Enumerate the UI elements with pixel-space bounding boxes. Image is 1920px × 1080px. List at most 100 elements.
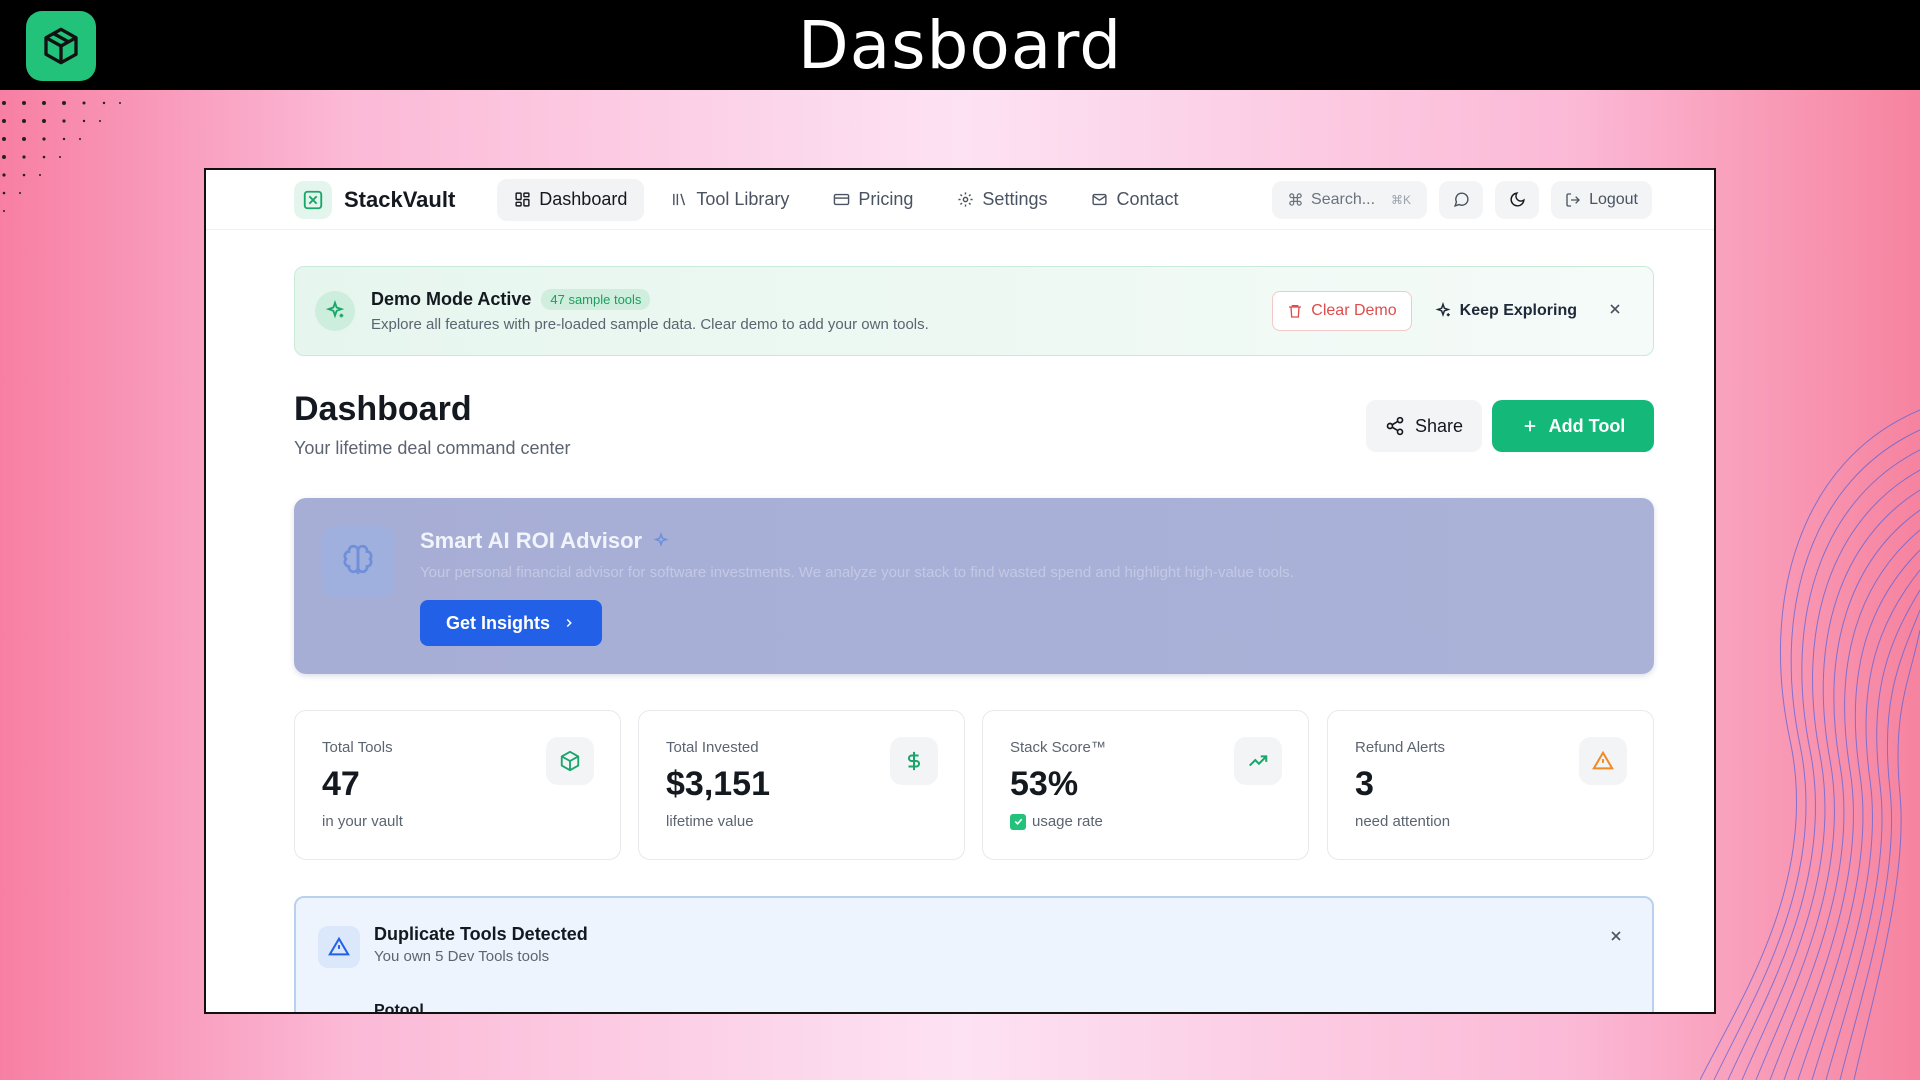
trash-icon: [1289, 305, 1302, 318]
app-window: StackVault Dashboard Tool Library Pricin…: [204, 168, 1716, 1014]
stat-sub: in your vault: [322, 813, 403, 830]
stat-sub-text: in your vault: [322, 813, 403, 830]
theme-toggle-button[interactable]: [1495, 180, 1540, 219]
stat-value: $3,151: [666, 765, 770, 803]
brain-icon: [343, 544, 373, 574]
stat-label: Refund Alerts: [1355, 739, 1446, 756]
duplicate-item[interactable]: Potool: [374, 1002, 424, 1012]
nav-item-dashboard[interactable]: Dashboard: [497, 178, 645, 221]
chat-button[interactable]: [1439, 180, 1484, 219]
chevron-right-icon: [566, 618, 572, 628]
demo-close-button[interactable]: [1607, 301, 1623, 322]
nav-item-label: Dashboard: [539, 189, 628, 209]
logout-button[interactable]: Logout: [1551, 180, 1652, 219]
stat-sub: usage rate: [1010, 813, 1103, 830]
logout-icon: [1566, 192, 1581, 207]
duplicate-subtitle: You own 5 Dev Tools tools: [374, 948, 550, 965]
search-button[interactable]: Search... ⌘K: [1272, 180, 1428, 219]
stat-label: Total Invested: [666, 739, 759, 756]
vault-icon: [303, 190, 323, 209]
stat-sub-text: usage rate: [1032, 813, 1103, 830]
dollar-icon: [908, 751, 920, 771]
nav-item-contact[interactable]: Contact: [1074, 179, 1195, 221]
stat-value: 47: [322, 765, 360, 803]
stat-sub-text: need attention: [1355, 813, 1451, 830]
brand[interactable]: StackVault: [294, 180, 456, 219]
close-icon: [1610, 303, 1620, 314]
stat-value: 3: [1355, 765, 1374, 803]
clear-demo-button[interactable]: Clear Demo: [1272, 291, 1412, 331]
mail-icon: [1092, 193, 1108, 206]
trending-up-icon: [1249, 755, 1268, 767]
card-icon: [834, 193, 850, 206]
get-insights-label: Get Insights: [445, 612, 550, 633]
share-button[interactable]: Share: [1366, 400, 1482, 452]
demo-title-row: Demo Mode Active 47 sample tools: [371, 289, 1272, 310]
sparkles-icon: [325, 300, 345, 319]
clear-demo-label: Clear Demo: [1311, 302, 1397, 319]
add-tool-label: Add Tool: [1548, 415, 1626, 436]
demo-icon-wrap: [315, 291, 355, 331]
brand-logo: [294, 180, 332, 219]
demo-description: Explore all features with pre-loaded sam…: [371, 316, 929, 333]
nav-item-pricing[interactable]: Pricing: [816, 179, 930, 221]
stat-label: Stack Score™: [1010, 739, 1106, 756]
brand-name: StackVault: [344, 186, 456, 212]
nav-item-tool-library[interactable]: Tool Library: [654, 179, 806, 221]
page-subtitle: Your lifetime deal command center: [294, 438, 571, 458]
moon-icon: [1510, 192, 1525, 207]
warning-icon: [328, 936, 350, 956]
gear-icon: [958, 192, 974, 207]
command-icon: [1289, 193, 1302, 206]
sparkles-icon: [653, 532, 669, 548]
banner-title: Dasboard: [797, 6, 1123, 84]
demo-text: Demo Mode Active 47 sample tools Explore…: [371, 289, 1272, 333]
close-icon: [1611, 931, 1621, 941]
stat-sub: lifetime value: [666, 813, 754, 830]
stat-value: 53%: [1010, 765, 1079, 803]
add-tool-button[interactable]: Add Tool: [1492, 400, 1654, 452]
search-shortcut: ⌘K: [1391, 192, 1412, 207]
stat-card-total-invested: Total Invested $3,151 lifetime value: [638, 710, 965, 860]
nav-actions: Search... ⌘K Logout: [1272, 180, 1652, 219]
box-icon: [560, 750, 580, 772]
nav-item-label: Settings: [982, 189, 1048, 209]
top-banner: Dasboard: [0, 0, 1920, 90]
nav-item-label: Contact: [1116, 189, 1179, 209]
keep-exploring-label: Keep Exploring: [1459, 302, 1577, 319]
advisor-title-row: Smart AI ROI Advisor: [420, 528, 670, 554]
duplicate-tools-alert: Duplicate Tools Detected You own 5 Dev T…: [294, 896, 1654, 1012]
stat-icon-wrap: [1579, 737, 1627, 785]
keep-exploring-button[interactable]: Keep Exploring: [1434, 302, 1577, 320]
dup-icon-wrap: [318, 926, 360, 968]
nav-item-settings[interactable]: Settings: [940, 179, 1064, 221]
logout-label: Logout: [1589, 190, 1638, 208]
navbar: StackVault Dashboard Tool Library Pricin…: [206, 170, 1714, 230]
duplicate-close-button[interactable]: [1608, 928, 1624, 949]
stat-sub: need attention: [1355, 813, 1450, 830]
decorative-waves: [1700, 409, 1920, 1080]
stat-card-stack-score: Stack Score™ 53% usage rate: [982, 710, 1309, 860]
stat-sub-text: lifetime value: [666, 813, 754, 830]
stat-card-total-tools: Total Tools 47 in your vault: [294, 710, 621, 860]
demo-mode-banner: Demo Mode Active 47 sample tools Explore…: [294, 266, 1654, 356]
demo-title: Demo Mode Active: [371, 289, 532, 309]
decorative-dots: [2, 101, 121, 212]
duplicate-title: Duplicate Tools Detected: [374, 924, 588, 944]
box-icon: [44, 27, 78, 65]
demo-badge: 47 sample tools: [541, 289, 651, 310]
nav-items: Dashboard Tool Library Pricing Settings …: [497, 178, 1195, 221]
advisor-title: Smart AI ROI Advisor: [420, 528, 643, 553]
stat-icon-wrap: [546, 737, 594, 785]
library-icon: [673, 193, 686, 206]
advisor-description: Your personal financial advisor for soft…: [420, 564, 1294, 581]
sparkles-icon: [1435, 302, 1451, 318]
warning-icon: [1592, 750, 1614, 770]
nav-item-label: Tool Library: [696, 189, 790, 209]
ai-advisor-card: Smart AI ROI Advisor Your personal finan…: [294, 498, 1654, 674]
get-insights-button[interactable]: Get Insights: [420, 600, 602, 646]
stat-icon-wrap: [890, 737, 938, 785]
dashboard-icon: [515, 192, 530, 207]
plus-icon: [1524, 420, 1535, 432]
chat-icon: [1453, 192, 1469, 208]
